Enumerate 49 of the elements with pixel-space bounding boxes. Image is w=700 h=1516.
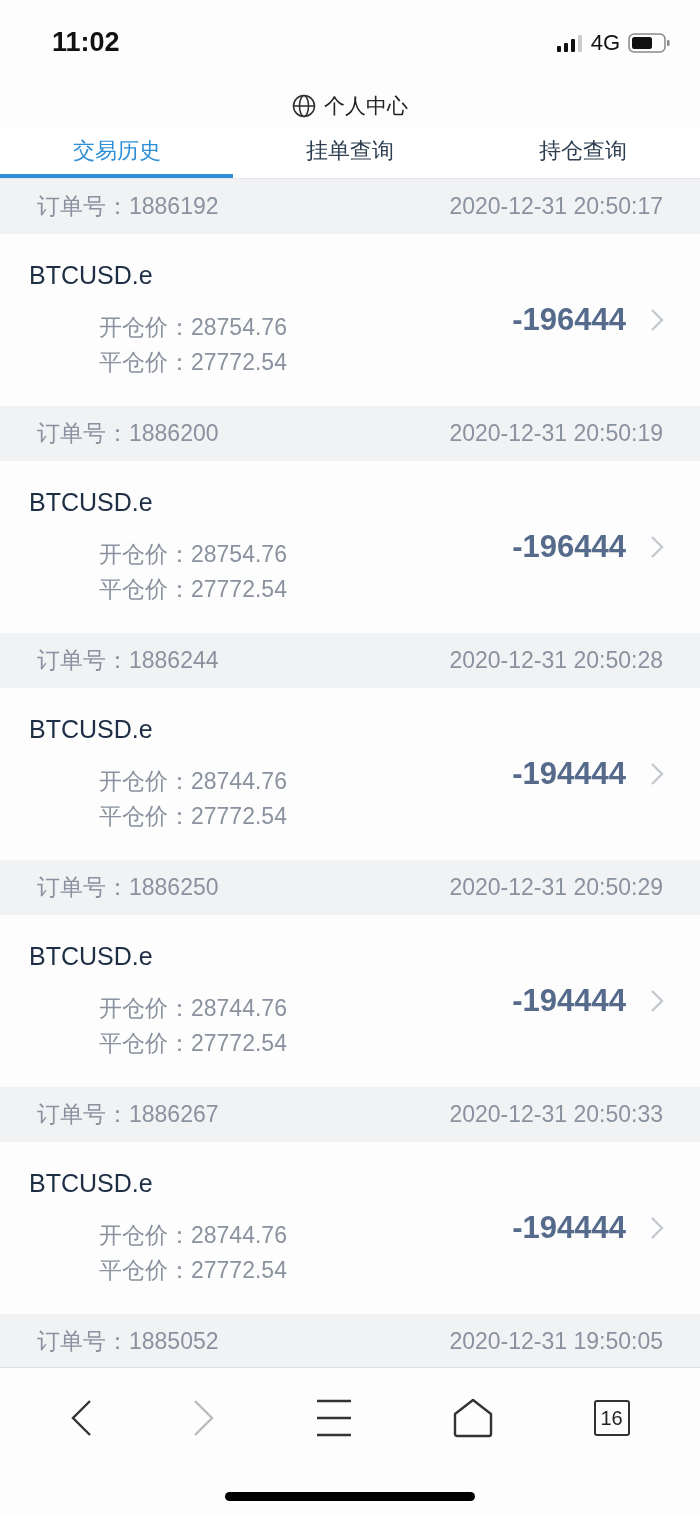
order-time: 2020-12-31 20:50:19 — [449, 420, 663, 447]
open-price: 开仓价：28744.76 — [99, 1220, 288, 1250]
close-price: 平仓价：27772.54 — [99, 801, 288, 831]
signal-icon — [556, 33, 583, 52]
home-icon[interactable] — [452, 1398, 493, 1438]
order-number: 订单号：1886250 — [37, 873, 219, 902]
order-time: 2020-12-31 20:50:29 — [449, 874, 663, 901]
profit-value: -194444 — [512, 756, 626, 792]
profit-value: -194444 — [512, 1210, 626, 1246]
profit-value: -196444 — [512, 302, 626, 338]
order-number: 订单号：1886192 — [37, 192, 219, 221]
chevron-right-icon — [650, 989, 664, 1013]
chevron-right-icon — [650, 535, 664, 559]
chevron-right-icon — [650, 308, 664, 332]
globe-icon — [292, 94, 316, 118]
tab[interactable]: 持仓查询 — [466, 127, 700, 178]
close-price: 平仓价：27772.54 — [99, 574, 288, 604]
tab-count-button[interactable]: 16 — [593, 1400, 630, 1436]
order-number: 订单号：1885052 — [37, 1327, 219, 1356]
close-price: 平仓价：27772.54 — [99, 1255, 288, 1285]
menu-icon[interactable] — [316, 1399, 352, 1437]
chevron-right-icon — [650, 1216, 664, 1240]
close-price: 平仓价：27772.54 — [99, 347, 288, 377]
order-number: 订单号：1886200 — [37, 419, 219, 448]
symbol-label: BTCUSD.e — [29, 487, 154, 517]
open-price: 开仓价：28744.76 — [99, 993, 288, 1023]
symbol-label: BTCUSD.e — [29, 941, 154, 971]
open-price: 开仓价：28754.76 — [99, 539, 288, 569]
order-time: 2020-12-31 20:50:33 — [449, 1101, 663, 1128]
page-title: 个人中心 — [324, 93, 408, 119]
profit-value: -196444 — [512, 529, 626, 565]
network-label: 4G — [590, 29, 620, 56]
order-time: 2020-12-31 20:50:28 — [449, 647, 663, 674]
tab[interactable]: 挂单查询 — [233, 127, 467, 178]
chevron-right-icon — [650, 762, 664, 786]
close-price: 平仓价：27772.54 — [99, 1028, 288, 1058]
order-time: 2020-12-31 20:50:17 — [449, 193, 663, 220]
profit-value: -194444 — [512, 983, 626, 1019]
status-time: 11:02 — [52, 27, 120, 58]
battery-icon — [628, 32, 670, 53]
order-time: 2020-12-31 19:50:05 — [449, 1328, 663, 1355]
symbol-label: BTCUSD.e — [29, 1168, 154, 1198]
symbol-label: BTCUSD.e — [29, 714, 154, 744]
order-number: 订单号：1886267 — [37, 1100, 219, 1129]
open-price: 开仓价：28744.76 — [99, 766, 288, 796]
symbol-label: BTCUSD.e — [29, 260, 154, 290]
back-icon[interactable] — [70, 1399, 93, 1437]
order-number: 订单号：1886244 — [37, 646, 219, 675]
open-price: 开仓价：28754.76 — [99, 312, 288, 342]
